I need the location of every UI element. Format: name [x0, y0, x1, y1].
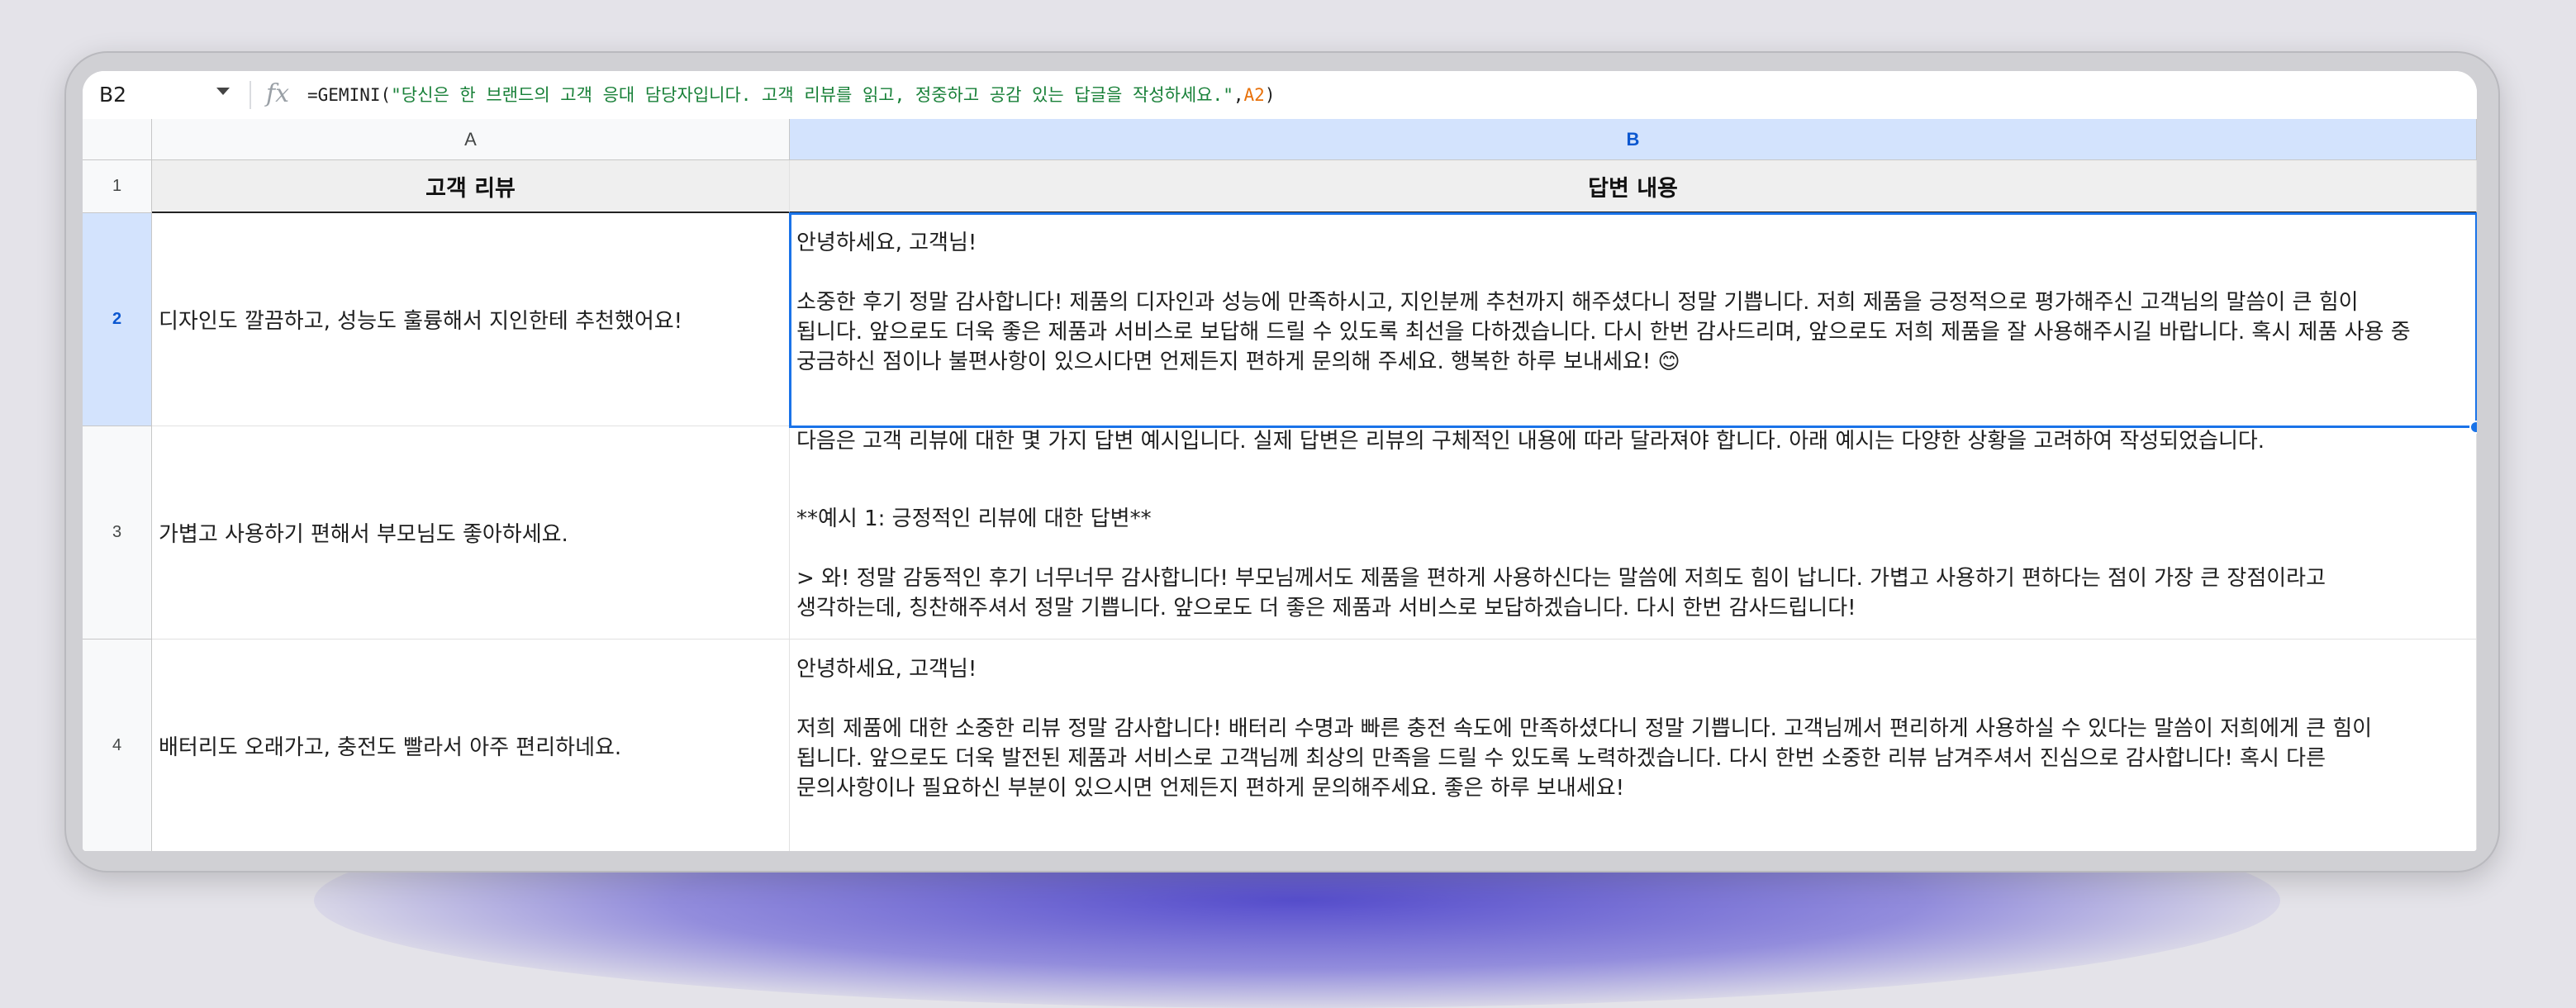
- cell-a4[interactable]: 배터리도 오래가고, 충전도 빨라서 아주 편리하네요.: [152, 640, 790, 851]
- cell-b4[interactable]: 안녕하세요, 고객님! 저희 제품에 대한 소중한 리뷰 정말 감사합니다! 배…: [790, 640, 2477, 851]
- name-box[interactable]: B2: [99, 79, 240, 111]
- column-header-b[interactable]: B: [790, 119, 2477, 160]
- select-all-corner[interactable]: [83, 119, 152, 160]
- row-header-2[interactable]: 2: [83, 213, 152, 426]
- formula-cell-ref: A2: [1243, 85, 1265, 105]
- cell-b3[interactable]: 다음은 고객 리뷰에 대한 몇 가지 답변 예시입니다. 실제 답변은 리뷰의 …: [790, 426, 2477, 640]
- formula-bar: B2 fx =GEMINI("당신은 한 브랜드의 고객 응대 담당자입니다. …: [83, 71, 2477, 119]
- row-header-4[interactable]: 4: [83, 640, 152, 851]
- formula-comma: ,: [1233, 85, 1244, 105]
- cell-b2[interactable]: 안녕하세요, 고객님! 소중한 후기 정말 감사합니다! 제품의 디자인과 성능…: [790, 213, 2477, 426]
- cell-text-line: 안녕하세요, 고객님!: [796, 657, 977, 682]
- cell-text-line: 생각하는데, 칭찬해주셔서 정말 기쁩니다. 앞으로도 더 좋은 제품과 서비스…: [796, 596, 1856, 620]
- cell-a1[interactable]: 고객 리뷰: [152, 160, 790, 213]
- cell-text-line: 궁금하신 점이나 불편사항이 있으시다면 언제든지 편하게 문의해 주세요. 행…: [796, 349, 1680, 374]
- formula-input[interactable]: =GEMINI("당신은 한 브랜드의 고객 응대 담당자입니다. 고객 리뷰를…: [307, 79, 1275, 111]
- cell-text-line: 안녕하세요, 고객님!: [796, 231, 977, 255]
- spreadsheet: B2 fx =GEMINI("당신은 한 브랜드의 고객 응대 담당자입니다. …: [83, 71, 2477, 851]
- name-box-dropdown-icon[interactable]: [216, 88, 230, 95]
- cell-text-line: 다음은 고객 리뷰에 대한 몇 가지 답변 예시입니다. 실제 답변은 리뷰의 …: [796, 429, 2265, 454]
- row-header-3[interactable]: 3: [83, 426, 152, 640]
- cell-text-line: 됩니다. 앞으로도 더욱 발전된 제품과 서비스로 고객님께 최상의 만족을 드…: [796, 746, 2326, 771]
- formula-string-arg: "당신은 한 브랜드의 고객 응대 담당자입니다. 고객 리뷰를 읽고, 정중하…: [391, 85, 1233, 105]
- cell-b1[interactable]: 답변 내용: [790, 160, 2477, 213]
- cell-a3[interactable]: 가볍고 사용하기 편해서 부모님도 좋아하세요.: [152, 426, 790, 640]
- row-header-1[interactable]: 1: [83, 160, 152, 213]
- cell-text-line: 소중한 후기 정말 감사합니다! 제품의 디자인과 성능에 만족하시고, 지인분…: [796, 290, 2359, 315]
- cell-text-line: 저희 제품에 대한 소중한 리뷰 정말 감사합니다! 배터리 수명과 빠른 충전…: [796, 716, 2373, 741]
- formula-bar-divider: [250, 81, 251, 109]
- cell-text-line: > 와! 정말 감동적인 후기 너무너무 감사합니다! 부모님께서도 제품을 편…: [796, 566, 2326, 591]
- function-icon: fx: [266, 79, 290, 108]
- cell-text-line: 됩니다. 앞으로도 더욱 좋은 제품과 서비스로 보답해 드릴 수 있도록 최선…: [796, 320, 2411, 345]
- formula-suffix: ): [1264, 85, 1276, 105]
- cell-a2[interactable]: 디자인도 깔끔하고, 성능도 훌륭해서 지인한테 추천했어요!: [152, 213, 790, 426]
- cell-text-line: 문의사항이나 필요하신 부분이 있으시면 언제든지 편하게 문의해주세요. 좋은…: [796, 776, 1625, 801]
- formula-prefix: =GEMINI(: [307, 85, 392, 105]
- fill-handle[interactable]: [2469, 421, 2477, 434]
- cell-text-line: **예시 1: 긍정적인 리뷰에 대한 답변**: [796, 506, 1152, 531]
- column-header-a[interactable]: A: [152, 119, 790, 160]
